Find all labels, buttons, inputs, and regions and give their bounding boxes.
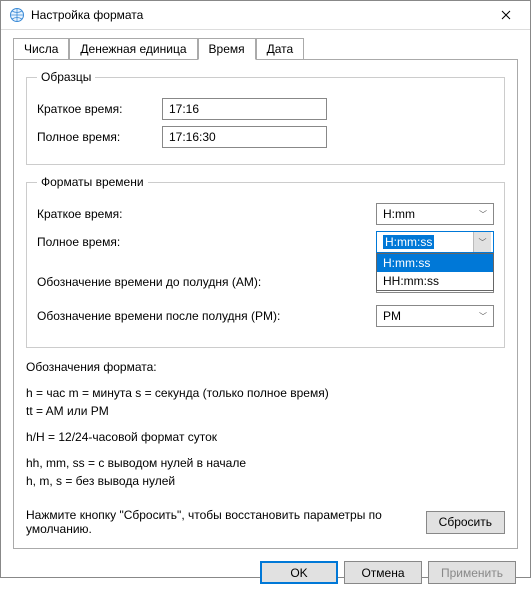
window-title: Настройка формата bbox=[31, 8, 483, 22]
notes-line: h/H = 12/24-часовой формат суток bbox=[26, 428, 505, 446]
chevron-down-icon: ﹀ bbox=[475, 311, 491, 322]
long-time-format-dropdown: H:mm:ss HH:mm:ss bbox=[376, 253, 494, 291]
short-time-format-label: Краткое время: bbox=[37, 207, 162, 221]
chevron-down-icon: ﹀ bbox=[475, 209, 491, 220]
formats-group: Форматы времени Краткое время: H:mm ﹀ По… bbox=[26, 175, 505, 348]
short-time-sample-label: Краткое время: bbox=[37, 102, 162, 116]
notes-line: h, m, s = без вывода нулей bbox=[26, 474, 175, 488]
cancel-button[interactable]: Отмена bbox=[344, 561, 422, 584]
content-area: Числа Денежная единица Время Дата Образц… bbox=[1, 30, 530, 553]
tab-strip: Числа Денежная единица Время Дата bbox=[13, 38, 518, 60]
notes-heading: Обозначения формата: bbox=[26, 358, 505, 376]
short-time-format-combo[interactable]: H:mm ﹀ bbox=[376, 203, 494, 225]
samples-group: Образцы Краткое время: 17:16 Полное врем… bbox=[26, 70, 505, 165]
dropdown-button[interactable]: ﹀ bbox=[473, 232, 491, 252]
tab-numbers[interactable]: Числа bbox=[13, 38, 69, 60]
notes-line: tt = AM или PM bbox=[26, 404, 109, 418]
dropdown-option[interactable]: HH:mm:ss bbox=[377, 272, 493, 290]
long-time-format-combo[interactable]: H:mm:ss ﹀ H:mm:ss HH:mm:ss bbox=[376, 231, 494, 253]
tab-time[interactable]: Время bbox=[198, 38, 256, 60]
reset-button[interactable]: Сбросить bbox=[426, 511, 505, 534]
short-time-format-value: H:mm bbox=[383, 207, 415, 221]
long-time-format-label: Полное время: bbox=[37, 235, 162, 249]
chevron-down-icon: ﹀ bbox=[479, 237, 487, 248]
samples-legend: Образцы bbox=[37, 70, 95, 84]
pm-symbol-label: Обозначение времени после полудня (PM): bbox=[37, 309, 337, 323]
titlebar: Настройка формата bbox=[1, 1, 530, 30]
apply-button[interactable]: Применить bbox=[428, 561, 516, 584]
dropdown-option[interactable]: H:mm:ss bbox=[377, 254, 493, 272]
tab-date[interactable]: Дата bbox=[256, 38, 305, 60]
format-notation-help: Обозначения формата: h = час m = минута … bbox=[26, 358, 505, 490]
close-button[interactable] bbox=[483, 1, 528, 29]
tab-currency[interactable]: Денежная единица bbox=[69, 38, 197, 60]
ok-button[interactable]: OK bbox=[260, 561, 338, 584]
am-symbol-label: Обозначение времени до полудня (AM): bbox=[37, 275, 337, 289]
reset-row: Нажмите кнопку "Сбросить", чтобы восстан… bbox=[26, 508, 505, 536]
pm-symbol-combo[interactable]: PM ﹀ bbox=[376, 305, 494, 327]
notes-line: h = час m = минута s = секунда (только п… bbox=[26, 386, 329, 400]
notes-line: hh, mm, ss = с выводом нулей в начале bbox=[26, 456, 246, 470]
globe-icon bbox=[9, 7, 25, 23]
window: Настройка формата Числа Денежная единица… bbox=[0, 0, 531, 578]
short-time-sample-value: 17:16 bbox=[162, 98, 327, 120]
reset-description: Нажмите кнопку "Сбросить", чтобы восстан… bbox=[26, 508, 426, 536]
long-time-format-value: H:mm:ss bbox=[383, 235, 434, 249]
dialog-footer: OK Отмена Применить bbox=[1, 553, 530, 596]
pm-symbol-value: PM bbox=[383, 309, 401, 323]
long-time-sample-value: 17:16:30 bbox=[162, 126, 327, 148]
formats-legend: Форматы времени bbox=[37, 175, 148, 189]
long-time-sample-label: Полное время: bbox=[37, 130, 162, 144]
tab-panel-time: Образцы Краткое время: 17:16 Полное врем… bbox=[13, 59, 518, 549]
